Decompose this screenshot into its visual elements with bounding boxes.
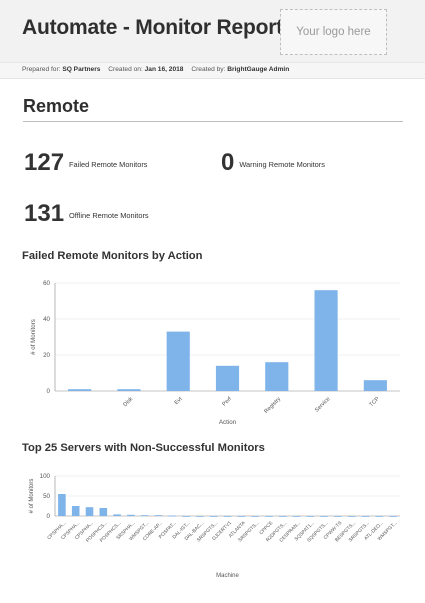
- server-y-tick-label: 100: [40, 473, 51, 480]
- action-bar: [215, 365, 240, 391]
- server-bar: [113, 514, 121, 516]
- server-bar: [58, 494, 66, 516]
- prepared-for-label: Prepared for:: [22, 66, 61, 73]
- server-y-axis-title: # of Monitors: [29, 479, 35, 514]
- action-category-label: Registry: [263, 396, 282, 415]
- server-bar: [251, 516, 259, 517]
- action-y-tick-label: 40: [43, 316, 50, 323]
- section-divider: [23, 121, 403, 122]
- action-category-label: Disk: [122, 396, 134, 408]
- action-category-label: TCP: [369, 396, 381, 408]
- action-category-label: Perf: [221, 396, 233, 408]
- action-bar: [265, 362, 289, 391]
- server-bar: [375, 516, 384, 517]
- server-bar: [99, 508, 108, 516]
- created-by-value: BrightGauge Admin: [227, 66, 290, 73]
- report-title: Automate - Monitor Report: [22, 16, 283, 39]
- server-bar: [154, 515, 163, 516]
- server-bar: [389, 516, 397, 517]
- warning-monitors-count: 0: [221, 149, 235, 176]
- chart-title-actions: Failed Remote Monitors by Action: [22, 250, 203, 262]
- report-meta: Prepared for: SQ Partners Created on: Ja…: [22, 66, 289, 73]
- bar-chart-actions: 0 20 40 60 Disk Evt Perf Registry Service TCP Acti…: [30, 280, 400, 426]
- action-bar: [363, 380, 387, 391]
- server-bar: [320, 516, 328, 517]
- action-x-axis-title: Action: [219, 419, 237, 426]
- server-bar: [182, 516, 190, 517]
- server-bar: [71, 506, 80, 516]
- server-bar: [140, 515, 149, 516]
- action-y-tick-label: 60: [43, 280, 50, 287]
- action-category-label: Evt: [174, 396, 184, 406]
- created-on-value: Jan 16, 2018: [144, 66, 184, 73]
- failed-monitors-count: 127: [24, 149, 65, 176]
- prepared-for-value: SQ Partners: [62, 66, 101, 73]
- logo-placeholder: Your logo here: [280, 9, 387, 55]
- action-bar: [166, 331, 190, 391]
- server-bar: [334, 516, 342, 517]
- server-bar: [292, 516, 301, 517]
- server-bar: [127, 514, 135, 516]
- server-bar: [196, 516, 204, 517]
- server-bar: [85, 507, 94, 516]
- server-y-tick-label: 50: [43, 493, 50, 500]
- server-bar: [168, 515, 177, 517]
- chart-title-servers: Top 25 Servers with Non-Successful Monit…: [22, 442, 265, 454]
- server-bar: [237, 516, 246, 517]
- server-bar: [209, 516, 218, 517]
- action-bar: [117, 389, 141, 391]
- server-x-axis-title: Machine: [216, 573, 239, 579]
- section-title: Remote: [23, 96, 90, 116]
- action-y-tick-label: 20: [43, 352, 50, 359]
- failed-monitors-label: Failed Remote Monitors: [69, 159, 148, 169]
- action-bar: [314, 290, 338, 391]
- failed-monitors-stat: 127 Failed Remote Monitors: [24, 149, 148, 177]
- bar-chart-servers: 050100CPSPHA...CPSPHA...CPSPHA...POSPHCS…: [29, 473, 400, 579]
- action-category-label: Service: [314, 396, 331, 413]
- server-bar: [223, 516, 232, 517]
- server-bar: [306, 516, 315, 517]
- server-bar: [347, 516, 356, 517]
- offline-monitors-label: Offline Remote Monitors: [69, 210, 149, 220]
- report-meta-bar: Prepared for: SQ Partners Created on: Ja…: [0, 62, 425, 79]
- server-bar: [278, 516, 287, 517]
- action-y-tick-label: 0: [47, 388, 51, 395]
- warning-monitors-stat: 0 Warning Remote Monitors: [221, 149, 325, 177]
- action-bar: [68, 389, 92, 391]
- offline-monitors-count: 131: [24, 200, 65, 227]
- action-y-axis-title: # of Monitors: [30, 319, 37, 355]
- created-on-label: Created on:: [108, 66, 143, 73]
- warning-monitors-label: Warning Remote Monitors: [239, 159, 325, 169]
- server-bar: [265, 516, 273, 517]
- created-by-label: Created by:: [191, 66, 226, 73]
- offline-monitors-stat: 131 Offline Remote Monitors: [24, 200, 149, 228]
- server-y-tick-label: 0: [47, 513, 51, 520]
- server-bar: [361, 516, 370, 517]
